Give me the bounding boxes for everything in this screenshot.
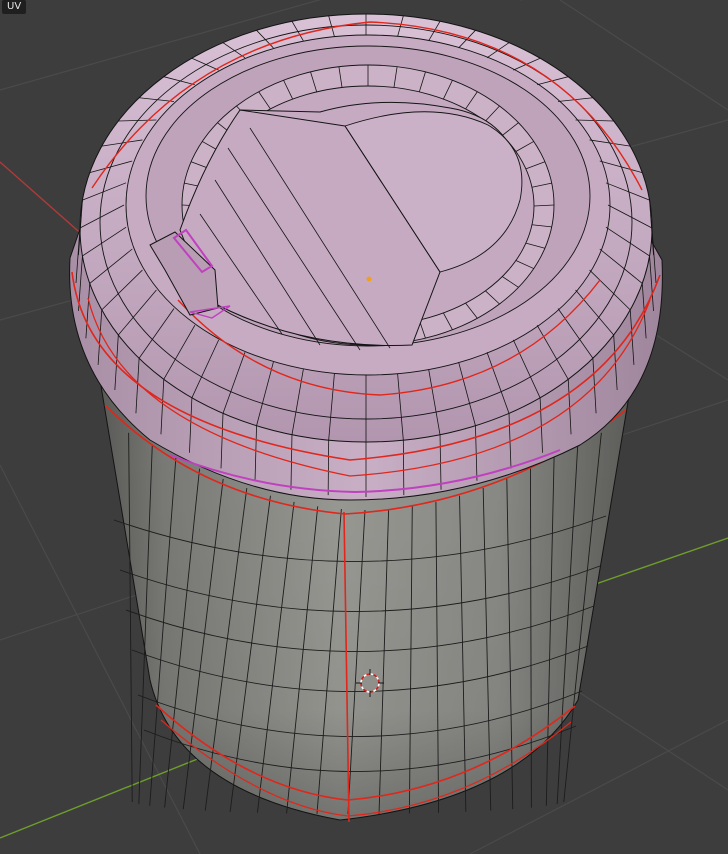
object-origin[interactable] xyxy=(366,276,372,282)
viewport-scene[interactable] xyxy=(0,0,728,854)
mesh-edge xyxy=(402,440,405,496)
y-axis-line-right xyxy=(589,537,728,587)
y-axis-line xyxy=(0,757,201,839)
mesh-edge xyxy=(327,440,330,496)
cup-lid-mesh[interactable] xyxy=(69,13,663,501)
3d-viewport[interactable]: UV xyxy=(0,0,728,854)
